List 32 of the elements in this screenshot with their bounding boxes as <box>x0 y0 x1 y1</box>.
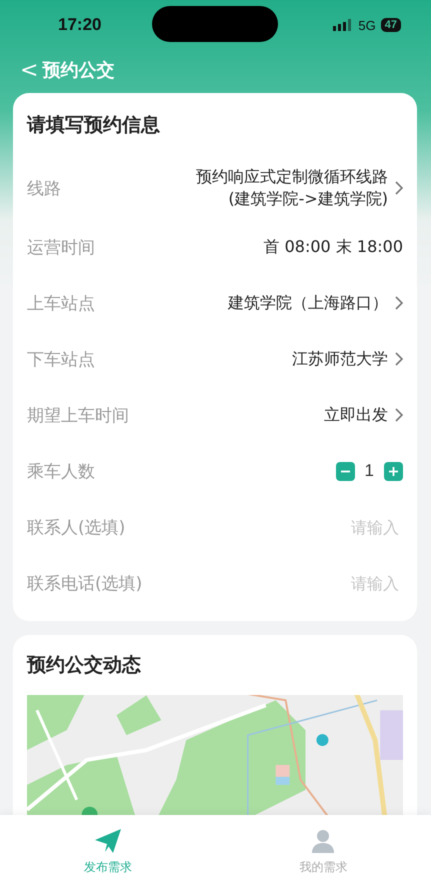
field-value[interactable]: 立即出发 <box>324 404 388 426</box>
status-time: 17:20 <box>58 15 102 35</box>
field-value[interactable]: 建筑学院（上海路口） <box>228 292 388 314</box>
field-value: 首 08:00 末 18:00 <box>264 236 403 258</box>
field-label: 线路 <box>27 178 61 200</box>
plus-button[interactable] <box>384 462 403 480</box>
plus-icon <box>388 466 399 476</box>
field-label: 乘车人数 <box>27 460 95 482</box>
chevron-icon <box>394 296 403 310</box>
network-label: 5G <box>358 18 376 32</box>
person-icon <box>312 829 334 853</box>
field-label: 运营时间 <box>27 236 95 258</box>
field-label: 下车站点 <box>27 348 95 370</box>
section-title: 请填写预约信息 <box>27 113 161 138</box>
minus-button[interactable] <box>336 462 355 480</box>
field-value[interactable]: 江苏师范大学 <box>292 348 388 370</box>
field-label: 上车站点 <box>27 292 95 314</box>
field-label: 联系人(选填) <box>27 516 126 538</box>
field-label: 联系电话(选填) <box>27 572 142 594</box>
input-field[interactable]: 请输入 <box>309 518 403 536</box>
section-title: 预约公交动态 <box>27 653 142 678</box>
field-value[interactable]: 预约响应式定制微循环线路 (建筑学院->建筑学院) <box>196 166 388 210</box>
field-label: 期望上车时间 <box>27 404 129 426</box>
chevron-icon <box>394 408 403 422</box>
input-field[interactable]: 请输入 <box>309 574 403 592</box>
signal-icon <box>333 19 354 31</box>
battery-level: 47 <box>380 18 401 32</box>
paper-plane-icon <box>94 829 121 853</box>
chevron-icon <box>394 352 403 366</box>
chevron-icon <box>394 181 403 195</box>
passenger-count: 1 <box>364 461 374 481</box>
page-title: 预约公交 <box>42 59 114 82</box>
